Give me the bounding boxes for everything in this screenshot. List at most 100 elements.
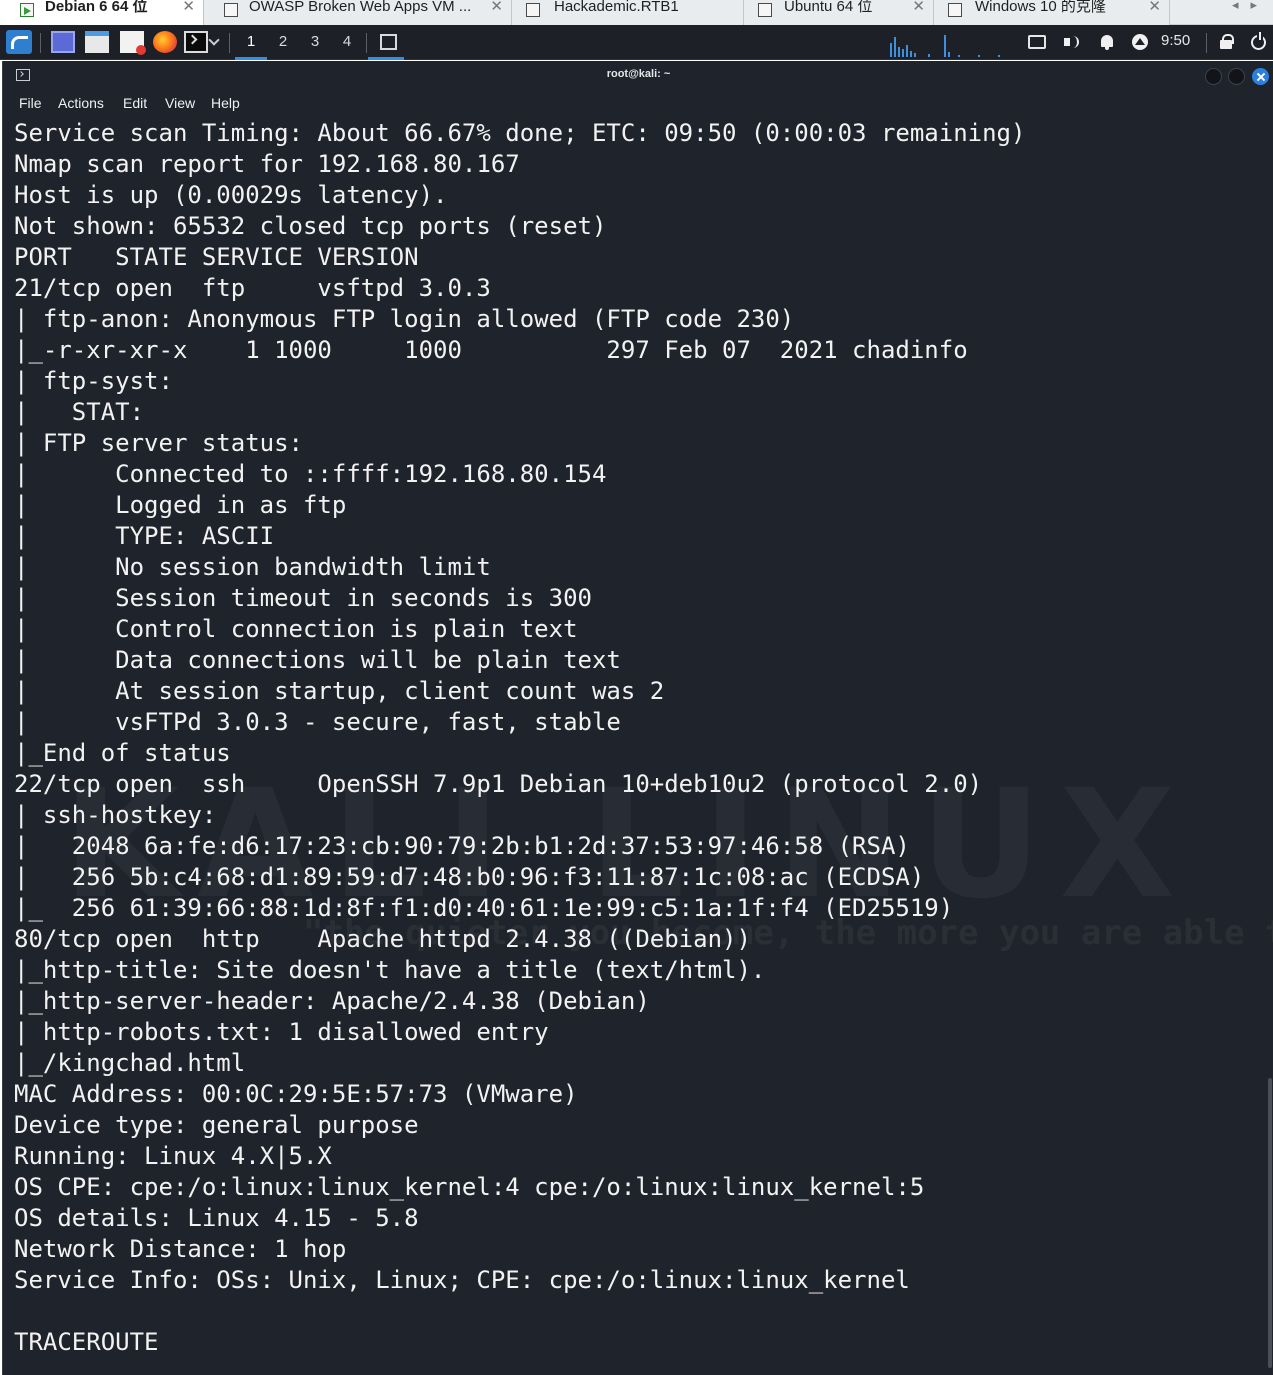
vm-tab-windows[interactable]: Windows 10 的克隆 ✕	[934, 0, 1170, 25]
vm-icon	[948, 3, 962, 17]
window-titlebar[interactable]: root@kali: ~	[3, 61, 1273, 91]
terminal-line: Running: Linux 4.X|5.X	[14, 1142, 332, 1170]
terminal-line: |_/kingchad.html	[14, 1049, 246, 1077]
cpu-graph-bar	[902, 49, 904, 57]
terminal-icon[interactable]	[184, 31, 208, 53]
text-editor-icon[interactable]	[120, 31, 146, 55]
close-icon[interactable]: ✕	[490, 0, 503, 16]
firefox-icon[interactable]	[153, 31, 177, 53]
terminal-line: | No session bandwidth limit	[14, 553, 491, 581]
terminal-line: PORT STATE SERVICE VERSION	[14, 243, 419, 271]
menu-bar: File Actions Edit View Help	[3, 91, 1273, 117]
vm-icon	[224, 3, 238, 17]
vm-tab-label: Hackademic.RTB1	[554, 0, 679, 15]
terminal-line: Device type: general purpose	[14, 1111, 419, 1139]
power-icon[interactable]	[1251, 32, 1266, 50]
terminal-line: | Connected to ::ffff:192.168.80.154	[14, 460, 607, 488]
terminal-line: |_End of status	[14, 739, 231, 767]
scrollbar[interactable]	[1268, 1078, 1272, 1368]
terminal-line: | Session timeout in seconds is 300	[14, 584, 592, 612]
cpu-graph-bar	[914, 53, 916, 57]
menu-actions[interactable]: Actions	[58, 95, 104, 111]
close-icon[interactable]: ✕	[912, 0, 925, 16]
workspace-1[interactable]: 1	[235, 25, 267, 60]
cpu-graph-bar	[928, 54, 930, 57]
minimize-button[interactable]	[1205, 68, 1222, 85]
terminal-line: | At session startup, client count was 2	[14, 677, 665, 705]
panel-separator	[366, 33, 367, 53]
terminal-line: | ssh-hostkey:	[14, 801, 217, 829]
vm-tab-owasp[interactable]: OWASP Broken Web Apps VM ... ✕	[204, 0, 512, 25]
terminal-line: | ftp-anon: Anonymous FTP login allowed …	[14, 305, 795, 333]
cpu-graph-bar	[944, 35, 946, 57]
vm-tab-debian[interactable]: Debian 6 64 位 ✕	[0, 0, 204, 25]
panel-separator	[229, 33, 230, 53]
vm-tab-hackademic[interactable]: Hackademic.RTB1	[512, 0, 744, 25]
terminal-line: 21/tcp open ftp vsftpd 3.0.3	[14, 274, 491, 302]
terminal-output[interactable]: KALI LINUX "the quieter you become, the …	[3, 118, 1273, 1375]
terminal-line: Nmap scan report for 192.168.80.167	[14, 150, 520, 178]
terminal-text: Service scan Timing: About 66.67% done; …	[14, 118, 1264, 1358]
notification-bell-icon[interactable]	[1098, 33, 1116, 51]
terminal-line: | vsFTPd 3.0.3 - secure, fast, stable	[14, 708, 621, 736]
cpu-graph-bar	[998, 55, 1000, 57]
terminal-line: | STAT:	[14, 398, 145, 426]
volume-icon[interactable]	[1062, 33, 1080, 51]
workspace-2[interactable]: 2	[267, 25, 299, 60]
show-desktop-icon[interactable]	[51, 31, 75, 53]
cpu-graph	[888, 31, 1018, 57]
tab-scroll-arrows-icon[interactable]: ◂▸	[1232, 0, 1269, 13]
close-icon[interactable]: ✕	[1148, 0, 1161, 16]
terminal-line: | http-robots.txt: 1 disallowed entry	[14, 1018, 549, 1046]
terminal-line: 22/tcp open ssh OpenSSH 7.9p1 Debian 10+…	[14, 770, 983, 798]
cpu-graph-bar	[910, 51, 912, 57]
vm-tab-bar: Debian 6 64 位 ✕ OWASP Broken Web Apps VM…	[0, 0, 1273, 25]
vm-icon	[526, 3, 540, 17]
workspace-3[interactable]: 3	[299, 25, 331, 60]
workspace-4[interactable]: 4	[331, 25, 363, 60]
file-manager-icon[interactable]	[85, 31, 109, 53]
terminal-line: | 256 5b:c4:68:d1:89:59:d7:48:b0:96:f3:1…	[14, 863, 925, 891]
chevron-down-icon[interactable]	[208, 34, 220, 46]
cpu-graph-bar	[906, 45, 908, 57]
vm-tab-ubuntu[interactable]: Ubuntu 64 位 ✕	[744, 0, 934, 25]
cpu-graph-bar	[978, 55, 980, 57]
terminal-line: |_ 256 61:39:66:88:1d:8f:f1:d0:40:61:1e:…	[14, 894, 954, 922]
terminal-line: | Control connection is plain text	[14, 615, 578, 643]
terminal-line: |_http-server-header: Apache/2.4.38 (Deb…	[14, 987, 650, 1015]
lock-icon[interactable]	[1217, 33, 1235, 51]
network-icon[interactable]	[1132, 34, 1148, 50]
terminal-window: root@kali: ~ File Actions Edit View Help…	[2, 61, 1273, 1375]
clock[interactable]: 9:50	[1161, 32, 1190, 49]
close-icon[interactable]: ✕	[182, 0, 195, 16]
close-button[interactable]	[1252, 68, 1269, 85]
terminal-line: OS CPE: cpe:/o:linux:linux_kernel:4 cpe:…	[14, 1173, 925, 1201]
terminal-line: Service Info: OSs: Unix, Linux; CPE: cpe…	[14, 1266, 910, 1294]
top-panel: 1 2 3 4 9:50	[0, 25, 1273, 60]
menu-view[interactable]: View	[165, 95, 195, 111]
cpu-graph-bar	[958, 55, 960, 57]
cpu-graph-bar	[890, 43, 892, 57]
panel-separator	[40, 33, 41, 53]
terminal-line: 80/tcp open http Apache httpd 2.4.38 ((D…	[14, 925, 751, 953]
kali-menu-icon[interactable]	[6, 30, 32, 54]
maximize-button[interactable]	[1228, 68, 1245, 85]
menu-edit[interactable]: Edit	[123, 95, 147, 111]
cpu-graph-bar	[898, 47, 900, 57]
terminal-line: TRACEROUTE	[14, 1328, 159, 1356]
menu-help[interactable]: Help	[211, 95, 240, 111]
taskbar-terminal-window[interactable]	[368, 25, 404, 60]
terminal-line: OS details: Linux 4.15 - 5.8	[14, 1204, 419, 1232]
terminal-line: | 2048 6a:fe:d6:17:23:cb:90:79:2b:b1:2d:…	[14, 832, 910, 860]
screen-icon[interactable]	[1028, 35, 1046, 49]
terminal-line: Host is up (0.00029s latency).	[14, 181, 448, 209]
vm-tab-label: Windows 10 的克隆	[975, 0, 1106, 15]
terminal-line: Not shown: 65532 closed tcp ports (reset…	[14, 212, 607, 240]
window-title: root@kali: ~	[606, 68, 671, 80]
terminal-line: | ftp-syst:	[14, 367, 173, 395]
terminal-line: |_http-title: Site doesn't have a title …	[14, 956, 766, 984]
terminal-line: | FTP server status:	[14, 429, 303, 457]
cpu-graph-bar	[894, 37, 896, 57]
menu-file[interactable]: File	[19, 95, 42, 111]
